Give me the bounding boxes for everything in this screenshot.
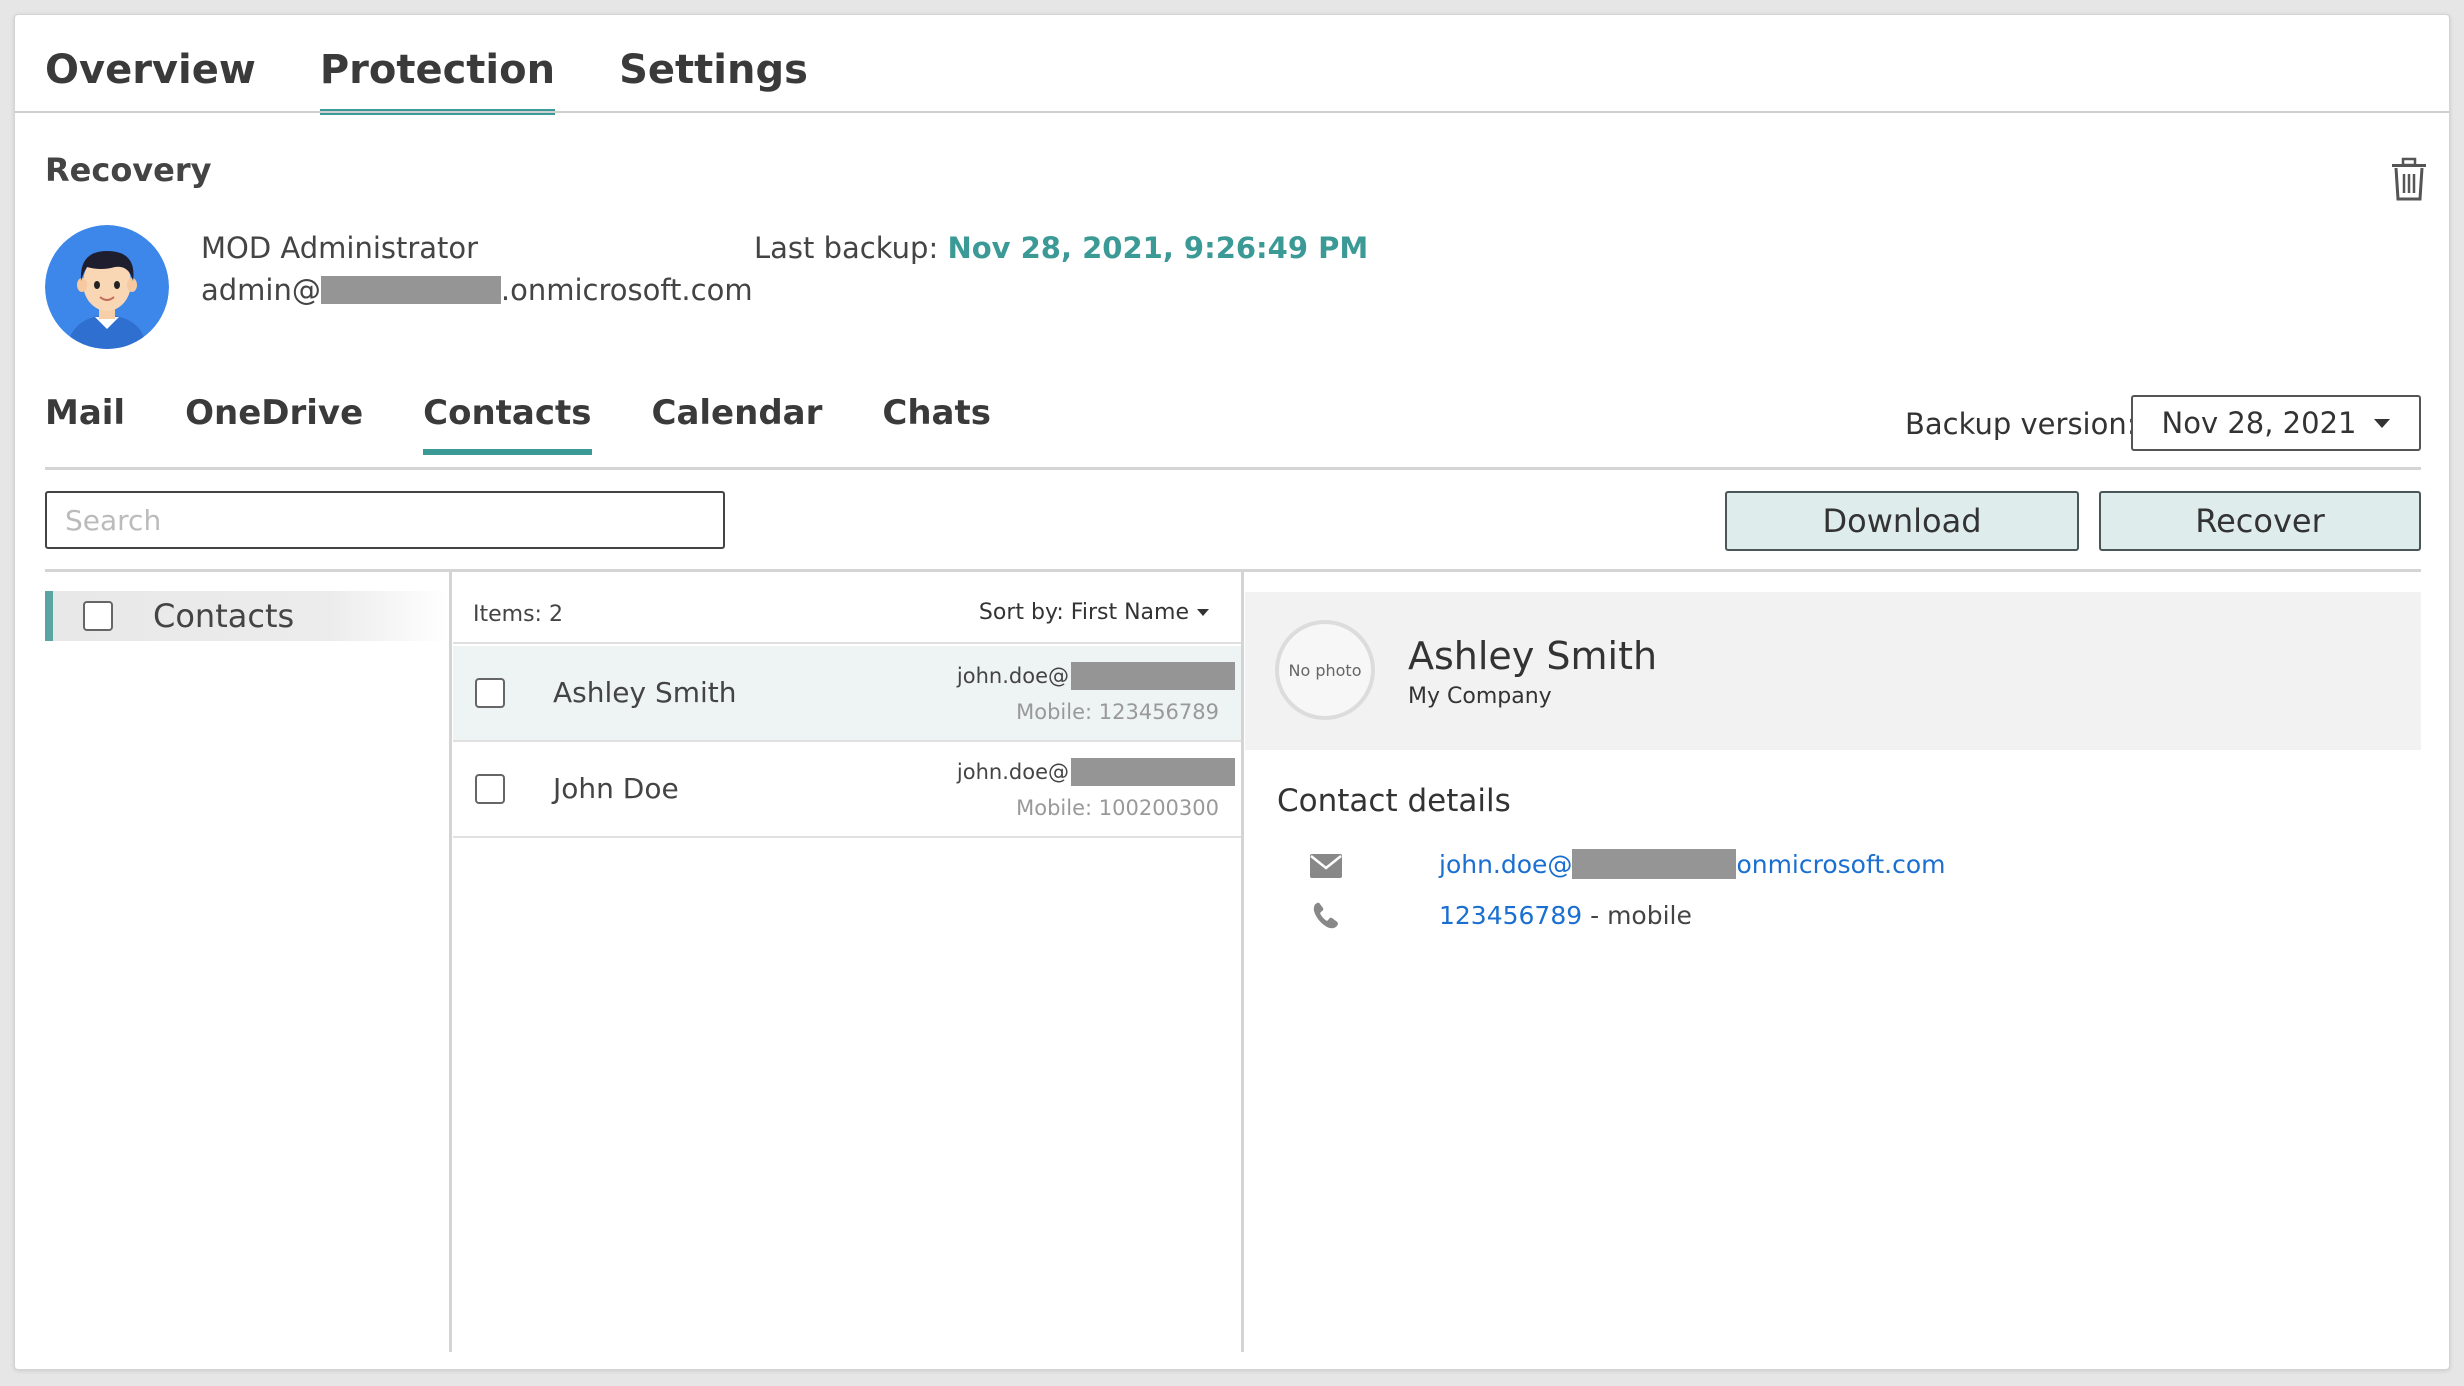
envelope-icon (1309, 851, 1343, 881)
contact-name: Ashley Smith (553, 676, 737, 709)
detail-email[interactable]: john.doe@ onmicrosoft.com (1439, 849, 1945, 879)
user-name: MOD Administrator (201, 231, 479, 265)
backup-version-label: Backup version: (1905, 407, 2137, 441)
contact-email: john.doe@ (957, 662, 1235, 690)
tab-contacts[interactable]: Contacts (423, 393, 592, 455)
backup-version-select[interactable]: Nov 28, 2021 (2131, 395, 2421, 451)
last-backup: Last backup: Nov 28, 2021, 9:26:49 PM (754, 231, 1368, 265)
user-avatar (45, 225, 169, 349)
tab-overview[interactable]: Overview (45, 15, 256, 115)
tab-chats[interactable]: Chats (882, 393, 991, 455)
caret-down-icon (2374, 418, 2391, 428)
tab-mail[interactable]: Mail (45, 393, 125, 455)
backup-version-value: Nov 28, 2021 (2161, 406, 2357, 440)
row-checkbox[interactable] (475, 774, 505, 804)
recover-button[interactable]: Recover (2099, 491, 2421, 551)
contact-details-title: Contact details (1277, 783, 1511, 819)
tab-calendar[interactable]: Calendar (652, 393, 823, 455)
phone-icon (1311, 901, 1345, 931)
contact-mobile: Mobile: 100200300 (1016, 796, 1219, 820)
panel-separator-right (1241, 572, 1244, 1352)
subtabs-divider (45, 467, 2421, 470)
contact-detail-header: No photo Ashley Smith My Company (1245, 592, 2421, 750)
caret-down-icon (1197, 609, 1209, 616)
redaction-box (320, 276, 501, 304)
sort-label: Sort by: First Name (978, 600, 1189, 625)
sort-dropdown[interactable]: Sort by: First Name (979, 600, 1209, 625)
trash-icon[interactable] (2389, 157, 2429, 203)
contact-mobile: Mobile: 123456789 (1016, 700, 1219, 724)
data-type-tabs: Mail OneDrive Contacts Calendar Chats (45, 393, 1051, 455)
detail-phone: 123456789 - mobile (1439, 901, 1692, 930)
detail-phone-type: - mobile (1582, 901, 1692, 930)
contact-email: john.doe@ (957, 758, 1235, 786)
redaction-box (1071, 662, 1235, 690)
folder-label: Contacts (153, 597, 295, 635)
app-window: Overview Protection Settings Recovery MO… (14, 14, 2450, 1370)
contact-email-prefix: john.doe@ (956, 760, 1069, 784)
user-email-suffix: .onmicrosoft.com (500, 273, 753, 307)
panel-separator-left (449, 572, 452, 1352)
row-checkbox[interactable] (475, 678, 505, 708)
detail-name: Ashley Smith (1408, 634, 1658, 678)
last-backup-value: Nov 28, 2021, 9:26:49 PM (947, 231, 1369, 265)
contact-email-prefix: john.doe@ (956, 664, 1069, 688)
last-backup-label: Last backup: (754, 231, 939, 265)
download-button[interactable]: Download (1725, 491, 2079, 551)
tab-protection[interactable]: Protection (319, 15, 556, 115)
user-email: admin@ .onmicrosoft.com (201, 273, 753, 307)
redaction-box (1572, 849, 1737, 879)
user-email-prefix: admin@ (201, 273, 321, 307)
tabs-divider (15, 111, 2449, 113)
contact-row[interactable]: John Doe john.doe@ Mobile: 100200300 (453, 742, 1241, 838)
folder-checkbox[interactable] (83, 601, 113, 631)
redaction-box (1071, 758, 1235, 786)
tab-onedrive[interactable]: OneDrive (185, 393, 363, 455)
contact-row[interactable]: Ashley Smith john.doe@ Mobile: 123456789 (453, 646, 1241, 742)
search-input[interactable] (45, 491, 725, 549)
section-title: Recovery (45, 151, 212, 189)
tab-settings[interactable]: Settings (619, 15, 808, 115)
detail-phone-number[interactable]: 123456789 (1439, 901, 1582, 930)
detail-email-prefix[interactable]: john.doe@ (1439, 850, 1572, 879)
no-photo-placeholder: No photo (1275, 620, 1375, 720)
detail-company: My Company (1408, 684, 1552, 709)
detail-email-suffix[interactable]: onmicrosoft.com (1736, 850, 1945, 879)
contact-name: John Doe (553, 772, 679, 805)
folder-contacts[interactable]: Contacts (45, 591, 449, 641)
items-count: Items: 2 (473, 602, 563, 627)
list-header: Items: 2 Sort by: First Name (453, 572, 1241, 644)
